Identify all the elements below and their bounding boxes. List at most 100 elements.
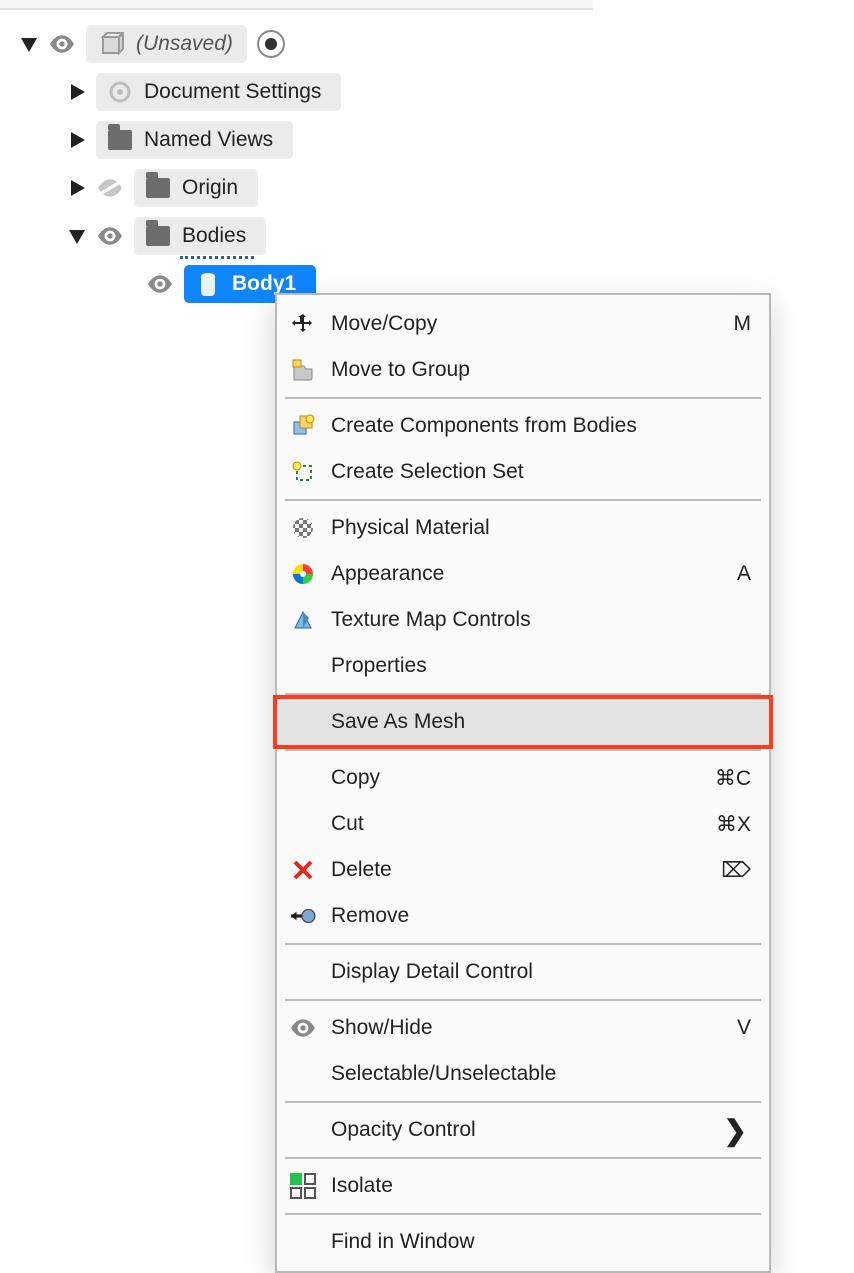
menu-item-label: Show/Hide — [331, 1016, 723, 1040]
menu-item-find-in-window[interactable]: Find in Window — [277, 1219, 769, 1265]
menu-item-label: Create Components from Bodies — [331, 414, 751, 438]
menu-item-label: Delete — [331, 858, 707, 882]
menu-item-label: Display Detail Control — [331, 960, 751, 984]
gear-icon — [108, 80, 132, 104]
menu-item-shortcut: M — [734, 312, 752, 336]
menu-item-label: Cut — [331, 812, 702, 836]
menu-icon-empty — [289, 810, 317, 838]
menu-item-label: Selectable/Unselectable — [331, 1062, 751, 1086]
menu-item-move-copy[interactable]: Move/Copy M — [277, 301, 769, 347]
menu-item-label: Move to Group — [331, 358, 751, 382]
root-chip[interactable]: (Unsaved) — [86, 25, 247, 63]
menu-item-shortcut: A — [737, 562, 751, 586]
folder-icon — [146, 224, 170, 248]
tree-item-label: Bodies — [182, 224, 246, 248]
menu-item-texture-map-controls[interactable]: Texture Map Controls — [277, 597, 769, 643]
expand-toggle[interactable] — [20, 35, 38, 53]
active-component-radio[interactable] — [257, 30, 285, 58]
menu-separator — [285, 1213, 761, 1215]
menu-item-delete[interactable]: Delete ⌦ — [277, 847, 769, 893]
menu-item-label: Move/Copy — [331, 312, 720, 336]
menu-item-physical-material[interactable]: Physical Material — [277, 505, 769, 551]
menu-item-label: Appearance — [331, 562, 723, 586]
menu-item-shortcut: V — [737, 1016, 751, 1040]
body-icon — [196, 272, 220, 296]
menu-item-remove[interactable]: Remove — [277, 893, 769, 939]
tree-item-bodies[interactable]: Bodies — [20, 212, 580, 260]
menu-item-shortcut: ⌘C — [715, 766, 751, 791]
tree-item-label: Origin — [182, 176, 238, 200]
menu-icon-empty — [289, 1060, 317, 1088]
folder-icon — [146, 176, 170, 200]
menu-item-opacity-control[interactable]: Opacity Control ❯ — [277, 1107, 769, 1153]
menu-item-label: Texture Map Controls — [331, 608, 751, 632]
expand-toggle[interactable] — [68, 227, 86, 245]
menu-item-create-components-from-bodies[interactable]: Create Components from Bodies — [277, 403, 769, 449]
texture-map-icon — [289, 606, 317, 634]
remove-icon — [289, 902, 317, 930]
isolate-icon — [289, 1172, 317, 1200]
delete-icon — [289, 856, 317, 884]
move-to-group-icon — [289, 356, 317, 384]
box-icon — [100, 32, 124, 56]
expand-toggle[interactable] — [68, 131, 86, 149]
tree-item-origin[interactable]: Origin — [20, 164, 580, 212]
menu-item-show-hide[interactable]: Show/Hide V — [277, 1005, 769, 1051]
menu-item-cut[interactable]: Cut ⌘X — [277, 801, 769, 847]
menu-item-move-to-group[interactable]: Move to Group — [277, 347, 769, 393]
tree-item-label: Named Views — [144, 128, 273, 152]
menu-separator — [285, 749, 761, 751]
menu-item-shortcut: ⌦ — [721, 858, 751, 883]
menu-icon-empty — [289, 1116, 317, 1144]
folder-icon — [108, 128, 132, 152]
tree-item-document-settings[interactable]: Document Settings — [20, 68, 580, 116]
menu-item-isolate[interactable]: Isolate — [277, 1163, 769, 1209]
root-label: (Unsaved) — [136, 32, 233, 56]
menu-item-label: Copy — [331, 766, 701, 790]
menu-separator — [285, 499, 761, 501]
tree-item-named-views[interactable]: Named Views — [20, 116, 580, 164]
eye-hidden-icon[interactable] — [96, 179, 124, 197]
physical-material-icon — [289, 514, 317, 542]
menu-item-label: Physical Material — [331, 516, 751, 540]
menu-item-label: Remove — [331, 904, 751, 928]
menu-separator — [285, 1157, 761, 1159]
browser-tree: (Unsaved) Document Settings Named Views — [20, 20, 580, 308]
move-icon — [289, 310, 317, 338]
menu-separator — [285, 693, 761, 695]
eye-icon — [289, 1014, 317, 1042]
tree-chip[interactable]: Origin — [134, 169, 258, 207]
menu-item-display-detail-control[interactable]: Display Detail Control — [277, 949, 769, 995]
expand-toggle[interactable] — [68, 179, 86, 197]
menu-icon-empty — [289, 1228, 317, 1256]
menu-item-selectable-unselectable[interactable]: Selectable/Unselectable — [277, 1051, 769, 1097]
context-menu: Move/Copy M Move to Group Create Components… — [275, 293, 771, 1273]
chevron-right-icon: ❯ — [724, 1114, 751, 1147]
expand-toggle[interactable] — [68, 83, 86, 101]
menu-item-label: Find in Window — [331, 1230, 751, 1254]
menu-icon-empty — [289, 958, 317, 986]
tree-root-row[interactable]: (Unsaved) — [20, 20, 580, 68]
toolbar-stub — [0, 0, 593, 10]
eye-icon[interactable] — [96, 227, 124, 245]
eye-icon[interactable] — [48, 35, 76, 53]
menu-item-label: Create Selection Set — [331, 460, 751, 484]
menu-item-properties[interactable]: Properties — [277, 643, 769, 689]
menu-icon-empty — [289, 652, 317, 680]
menu-item-shortcut: ⌘X — [716, 812, 751, 837]
menu-item-create-selection-set[interactable]: Create Selection Set — [277, 449, 769, 495]
menu-item-label: Properties — [331, 654, 751, 678]
create-components-icon — [289, 412, 317, 440]
menu-item-label: Opacity Control — [331, 1118, 710, 1142]
tree-chip[interactable]: Document Settings — [96, 73, 341, 111]
tree-item-label: Document Settings — [144, 80, 321, 104]
tree-chip[interactable]: Named Views — [96, 121, 293, 159]
menu-item-label: Isolate — [331, 1174, 751, 1198]
menu-item-appearance[interactable]: Appearance A — [277, 551, 769, 597]
menu-separator — [285, 943, 761, 945]
menu-icon-empty — [289, 708, 317, 736]
menu-item-save-as-mesh[interactable]: Save As Mesh — [277, 699, 769, 745]
eye-icon[interactable] — [146, 275, 174, 293]
menu-item-copy[interactable]: Copy ⌘C — [277, 755, 769, 801]
tree-chip[interactable]: Bodies — [134, 217, 266, 255]
